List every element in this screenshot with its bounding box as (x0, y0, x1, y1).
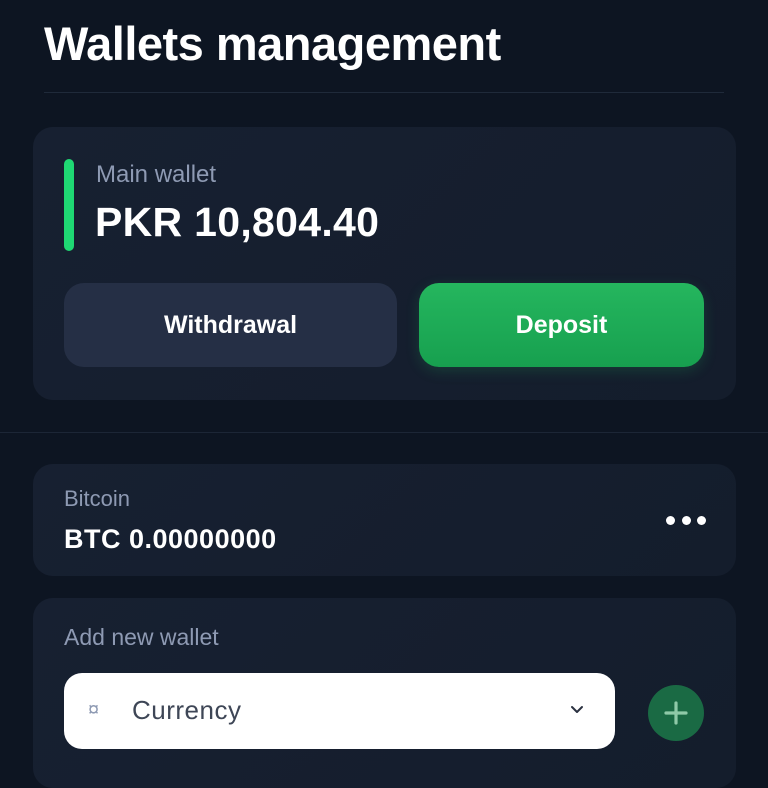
menu-dot (666, 515, 675, 525)
currency-icon: ¤ (88, 699, 100, 721)
withdrawal-button[interactable]: Withdrawal (64, 283, 397, 367)
title-divider (44, 92, 724, 93)
main-wallet-label: Main wallet (96, 161, 217, 188)
add-wallet-card: Add new wallet ¤ Currency (33, 598, 736, 788)
chevron-down-icon (571, 706, 583, 713)
add-wallet-button[interactable] (648, 685, 704, 741)
deposit-button[interactable]: Deposit (419, 283, 704, 367)
main-wallet-accent-bar (64, 159, 74, 251)
currency-select-value: Currency (132, 695, 242, 725)
currency-select[interactable]: ¤ Currency (64, 673, 615, 749)
wallet-balance: BTC 0.00000000 (64, 524, 277, 554)
main-wallet-balance: PKR 10,804.40 (95, 199, 380, 245)
wallet-name: Bitcoin (64, 486, 131, 511)
page-title: Wallets management (44, 17, 501, 70)
wallet-card-bitcoin[interactable]: Bitcoin BTC 0.00000000 (33, 464, 736, 576)
main-wallet-card: Main wallet PKR 10,804.40 Withdrawal Dep… (33, 127, 736, 400)
menu-dot (697, 515, 706, 525)
section-divider (0, 432, 768, 433)
menu-dot (681, 515, 691, 525)
add-wallet-label: Add new wallet (64, 624, 219, 650)
more-horizontal-icon[interactable] (666, 502, 706, 538)
plus-icon (664, 701, 688, 725)
